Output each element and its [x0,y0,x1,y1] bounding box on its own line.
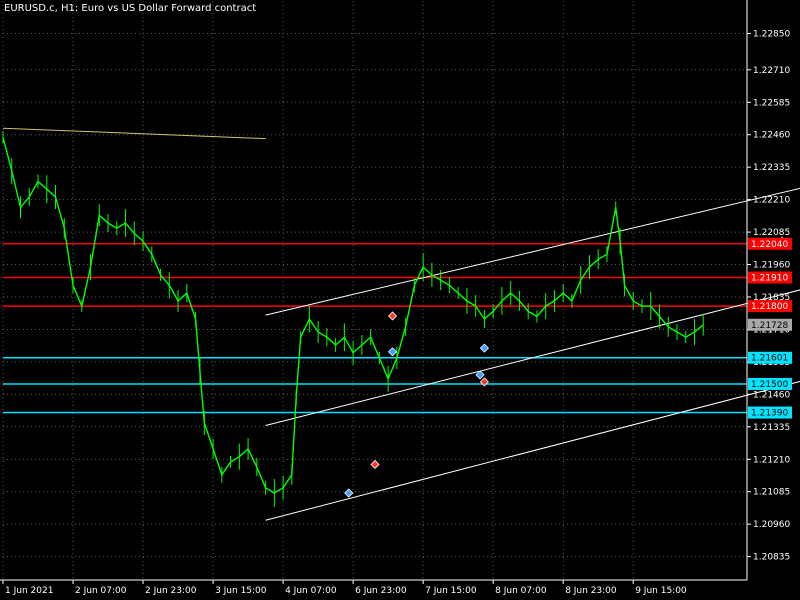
x-tick-label: 3 Jun 15:00 [215,586,267,596]
x-tick-label: 8 Jun 07:00 [495,586,547,596]
trend-lines[interactable] [2,127,800,521]
x-tick-label: 2 Jun 23:00 [145,586,197,596]
chart-title: EURUSD.c, H1: Euro vs US Dollar Forward … [4,3,257,14]
y-tick-label: 1.22335 [753,163,790,173]
x-tick-label: 2 Jun 07:00 [75,586,127,596]
x-tick-label: 6 Jun 23:00 [355,586,407,596]
chart-axes: 1.22850 1.22710 1.22585 1.22460 1.22335 1.222… [0,0,790,596]
y-tick-label: 1.22585 [753,98,790,108]
y-tick-label: 1.21960 [753,261,790,271]
price-line [2,137,704,494]
y-tick-label: 1.22460 [753,131,790,141]
price-tag-label: 1.21390 [751,409,788,419]
y-tick-label: 1.21085 [753,488,790,498]
price-chart[interactable]: 1.22850 1.22710 1.22585 1.22460 1.22335 1.222… [0,0,800,600]
y-tick-label: 1.22710 [753,66,790,76]
y-tick-label: 1.22210 [753,196,790,206]
trade-markers [344,236,787,498]
current-price-label: 1.21728 [751,321,788,331]
price-tag-label: 1.21500 [751,380,788,390]
x-tick-label: 7 Jun 15:00 [425,586,477,596]
price-tag-label: 1.21800 [751,302,788,312]
sell-marker [387,311,398,321]
y-tick-label: 1.21210 [753,455,790,465]
channel-line [265,187,800,316]
buy-marker [479,343,489,353]
price-tag-label: 1.22040 [751,240,788,250]
channel-line [265,289,800,426]
y-tick-label: 1.22085 [753,228,790,238]
sell-marker [370,459,380,470]
horizontal-levels[interactable] [3,243,747,414]
y-tick-label: 1.22850 [753,29,790,39]
channel-line [265,380,800,521]
price-tag-label: 1.21601 [751,354,788,364]
buy-marker [387,347,398,357]
x-tick-label: 9 Jun 15:00 [635,586,687,596]
y-tick-label: 1.21335 [753,423,790,433]
x-tick-label: 4 Jun 07:00 [285,586,337,596]
buy-marker [344,488,354,498]
y-tick-label: 1.21460 [753,390,790,400]
trend-line [2,127,266,140]
grid-lines [2,1,747,580]
x-tick-label: 1 Jun 2021 [5,586,53,596]
y-tick-label: 1.20960 [753,520,790,530]
price-tag-label: 1.21910 [751,274,788,284]
y-tick-label: 1.20835 [753,553,790,563]
x-tick-label: 8 Jun 23:00 [565,586,617,596]
price-series [2,131,704,508]
